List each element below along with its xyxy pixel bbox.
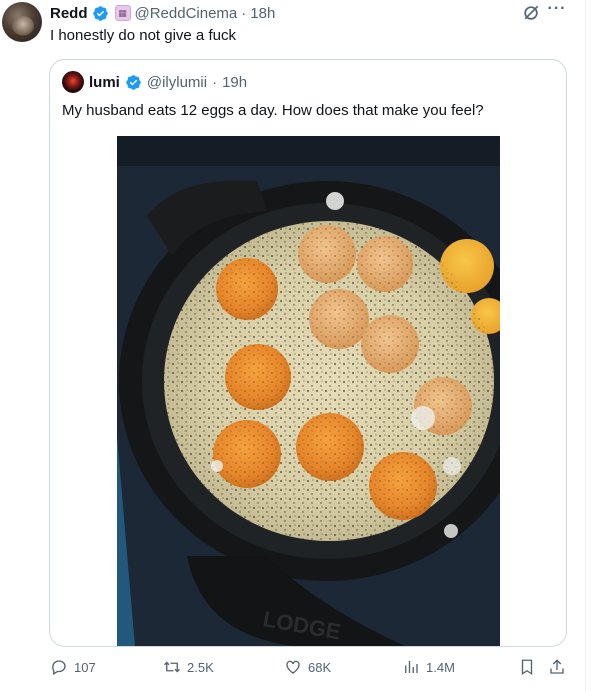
- verified-badge-icon: [126, 74, 141, 90]
- author-avatar[interactable]: [2, 2, 42, 42]
- reply-button[interactable]: 107: [50, 656, 96, 678]
- bookmark-button[interactable]: [518, 656, 536, 678]
- reply-count: 107: [74, 659, 96, 675]
- share-icon: [550, 659, 564, 674]
- tweet-frame: Redd ▦ @ReddCinema · 18h I honestly do n…: [0, 0, 586, 691]
- repost-button[interactable]: 2.5K: [163, 656, 214, 678]
- photo-illustration: LODGE: [117, 136, 500, 646]
- quoted-time[interactable]: 19h: [222, 74, 247, 91]
- like-count: 68K: [308, 659, 332, 675]
- bookmark-icon: [521, 659, 533, 676]
- quoted-tweet[interactable]: lumi @ilylumii · 19h My husband eats 12 …: [49, 59, 567, 647]
- tweet-text: I honestly do not give a fuck: [50, 27, 236, 44]
- quoted-author-handle[interactable]: @ilylumii: [147, 74, 207, 91]
- repost-icon: [164, 661, 180, 673]
- dot-separator: ·: [212, 73, 218, 91]
- author-name[interactable]: Redd: [50, 5, 88, 22]
- quoted-author-name[interactable]: lumi: [89, 74, 120, 91]
- share-button[interactable]: [548, 656, 566, 678]
- tweet-header: Redd ▦ @ReddCinema · 18h: [50, 3, 275, 23]
- grok-icon[interactable]: [521, 3, 541, 23]
- dot-separator: ·: [241, 4, 247, 22]
- views-count: 1.4M: [426, 659, 455, 675]
- author-handle[interactable]: @ReddCinema: [135, 5, 238, 22]
- affiliate-badge-icon[interactable]: ▦: [114, 5, 131, 21]
- quoted-header: lumi @ilylumii · 19h: [62, 71, 247, 93]
- like-button[interactable]: 68K: [284, 656, 331, 678]
- reply-icon: [52, 660, 66, 675]
- verified-badge-icon: [92, 5, 108, 21]
- views-button[interactable]: 1.4M: [402, 656, 455, 678]
- views-chart-icon: [405, 661, 418, 673]
- more-dots-icon[interactable]: ···: [546, 1, 568, 22]
- quoted-text: My husband eats 12 eggs a day. How does …: [62, 102, 484, 119]
- eggs-pan-photo[interactable]: LODGE: [117, 136, 500, 646]
- heart-icon: [286, 660, 300, 674]
- action-bar: 107 2.5K 68K 1.4M: [0, 648, 586, 688]
- repost-count: 2.5K: [187, 659, 214, 675]
- tweet-time[interactable]: 18h: [250, 5, 275, 22]
- quoted-avatar[interactable]: [62, 71, 84, 93]
